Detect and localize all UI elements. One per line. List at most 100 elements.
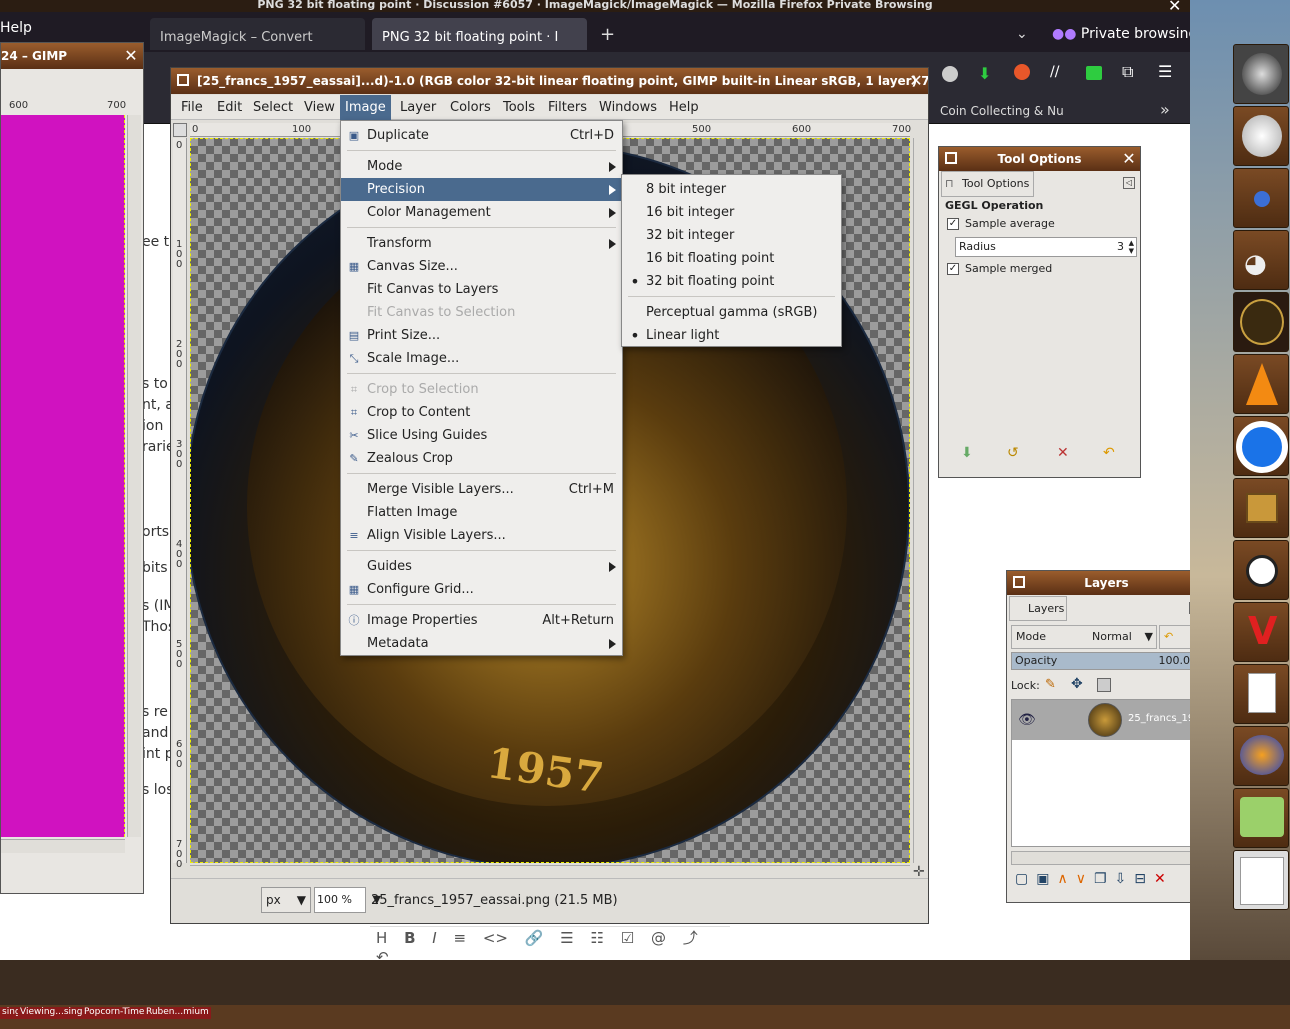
app-launcher-icon[interactable]	[1233, 788, 1289, 848]
menu-item-configure-grid[interactable]: ▦ Configure Grid...	[341, 578, 622, 601]
vertical-scrollbar[interactable]	[913, 138, 925, 863]
menu-edit[interactable]: Edit	[212, 95, 247, 120]
menu-item-fit-canvas-to-layers[interactable]: Fit Canvas to Layers	[341, 278, 622, 301]
eye-icon[interactable]: 👁	[1018, 712, 1036, 728]
bookmarks-overflow-icon[interactable]: »	[1160, 100, 1170, 119]
bookmark-coin-collecting[interactable]: Coin Collecting & Nu	[940, 104, 1064, 118]
menu-colors[interactable]: Colors	[445, 95, 496, 120]
menu-item-precision[interactable]: Precision	[341, 178, 622, 201]
menu-item-zealous-crop[interactable]: ✎ Zealous Crop	[341, 447, 622, 470]
menu-layer[interactable]: Layer	[395, 95, 441, 120]
menu-item-crop-to-content[interactable]: ⌗ Crop to Content	[341, 401, 622, 424]
delete-layer-icon[interactable]: ✕	[1154, 871, 1174, 887]
menu-item-scale-image[interactable]: ⤡ Scale Image...	[341, 347, 622, 370]
menu-tools[interactable]: Tools	[498, 95, 540, 120]
new-tab-icon[interactable]: +	[600, 24, 615, 45]
lock-alpha-icon[interactable]	[1097, 678, 1111, 692]
lock-pixels-icon[interactable]: ✎	[1045, 677, 1056, 692]
menu-view[interactable]: View	[299, 95, 340, 120]
reader-icon[interactable]: //	[1050, 64, 1059, 80]
menu-help[interactable]: Help	[664, 95, 704, 120]
ublock-icon[interactable]	[1014, 64, 1030, 80]
window-menu-icon[interactable]	[1013, 576, 1025, 588]
gimp-launcher-icon[interactable]: ◕	[1233, 230, 1289, 290]
menu-item-align-visible-layers[interactable]: ≡ Align Visible Layers...	[341, 524, 622, 547]
close-icon[interactable]: ✕	[1117, 147, 1141, 171]
numbered-list-button[interactable]: ☷	[590, 929, 603, 947]
chevron-down-icon[interactable]: ⌄	[1016, 26, 1028, 42]
menu-item-merge-visible-layers[interactable]: Merge Visible Layers... Ctrl+M	[341, 478, 622, 501]
horizontal-scrollbar[interactable]	[190, 865, 910, 877]
extension-icon[interactable]	[942, 66, 958, 82]
layer-mode-select[interactable]: Mode Normal ▼	[1011, 625, 1157, 649]
sample-merged-checkbox[interactable]: ✓ Sample merged	[947, 262, 1052, 275]
quote-button[interactable]: ≡	[454, 929, 467, 947]
menu-filters[interactable]: Filters	[543, 95, 592, 120]
help-menu[interactable]: Help	[0, 20, 32, 36]
menu-item-image-properties[interactable]: ⓘ Image Properties Alt+Return	[341, 609, 622, 632]
precision-item-32-bit-integer[interactable]: 32 bit integer	[622, 224, 841, 247]
new-group-icon[interactable]: ▣	[1036, 871, 1057, 887]
hamburger-menu-icon[interactable]: ☰	[1158, 62, 1172, 81]
sample-average-checkbox[interactable]: ✓ Sample average	[947, 217, 1055, 230]
merge-layer-icon[interactable]: ⊟	[1134, 871, 1154, 887]
spin-arrows-icon[interactable]: ▲▼	[1129, 239, 1134, 255]
app-launcher-icon[interactable]	[1233, 478, 1289, 538]
clock-launcher-icon[interactable]	[1233, 540, 1289, 600]
tab-tool-options[interactable]: Tool Options	[941, 171, 1034, 197]
heading-button[interactable]: H	[376, 929, 387, 947]
magenta-canvas[interactable]	[1, 115, 125, 837]
taskbar-item[interactable]: Ruben...mium	[144, 1007, 211, 1019]
menu-image[interactable]: Image	[340, 95, 391, 120]
tab-menu-icon[interactable]: ◁	[1123, 177, 1135, 189]
undo-button[interactable]: ↶	[376, 948, 389, 960]
code-button[interactable]: <>	[483, 929, 508, 947]
raise-layer-icon[interactable]: ∧	[1057, 871, 1075, 887]
precision-item-16-bit-integer[interactable]: 16 bit integer	[622, 201, 841, 224]
bullet-list-button[interactable]: ☰	[560, 929, 573, 947]
vlc-launcher-icon[interactable]	[1233, 354, 1289, 414]
audacity-launcher-icon[interactable]	[1233, 726, 1289, 786]
menu-windows[interactable]: Windows	[594, 95, 662, 120]
precision-item-16-bit-floating-point[interactable]: 16 bit floating point	[622, 247, 841, 270]
reset-icon[interactable]: ↶	[1103, 445, 1115, 461]
tab-imagemagick-convert[interactable]: ImageMagick – Convert	[150, 18, 365, 50]
menu-item-guides[interactable]: Guides	[341, 555, 622, 578]
container-icon[interactable]	[1086, 66, 1102, 80]
close-icon[interactable]: ✕	[904, 69, 928, 93]
app-launcher-icon[interactable]	[1233, 664, 1289, 724]
lock-position-icon[interactable]: ✥	[1071, 676, 1083, 692]
menu-item-mode[interactable]: Mode	[341, 155, 622, 178]
reference-button[interactable]: ⤴	[683, 929, 698, 947]
quick-mask-toggle[interactable]	[173, 123, 187, 137]
close-icon[interactable]: ✕	[119, 44, 143, 68]
precision-item-perceptual-gamma-srgb[interactable]: Perceptual gamma (sRGB)	[622, 301, 841, 324]
menu-item-duplicate[interactable]: ▣ Duplicate Ctrl+D	[341, 124, 622, 147]
layer-row[interactable]: 👁 25_francs_1957	[1012, 700, 1202, 740]
window-menu-icon[interactable]	[177, 74, 189, 86]
horizontal-scrollbar[interactable]	[1011, 851, 1203, 865]
opacity-slider[interactable]: Opacity100.0▲▼	[1011, 652, 1203, 670]
menu-item-print-size[interactable]: ▤ Print Size...	[341, 324, 622, 347]
app-launcher-icon[interactable]	[1233, 168, 1289, 228]
save-preset-icon[interactable]: ⬇	[961, 445, 973, 461]
precision-item-32-bit-floating-point[interactable]: • 32 bit floating point	[622, 270, 841, 293]
new-layer-icon[interactable]: ▢	[1015, 871, 1036, 887]
menu-item-transform[interactable]: Transform	[341, 232, 622, 255]
app-launcher-icon[interactable]	[1233, 292, 1289, 352]
app-launcher-icon[interactable]	[1233, 44, 1289, 104]
app-launcher-icon[interactable]: V	[1233, 602, 1289, 662]
unit-select[interactable]: px ▼	[261, 887, 311, 913]
zoom-select[interactable]: 100 % ▼	[314, 887, 381, 913]
anchor-layer-icon[interactable]: ⇩	[1115, 871, 1135, 887]
precision-item-8-bit-integer[interactable]: 8 bit integer	[622, 178, 841, 201]
precision-item-linear-light[interactable]: • Linear light	[622, 324, 841, 347]
window-menu-icon[interactable]	[945, 152, 957, 164]
menu-item-flatten-image[interactable]: Flatten Image	[341, 501, 622, 524]
chrome-launcher-icon[interactable]	[1233, 416, 1289, 476]
tab-layers[interactable]: Layers	[1009, 596, 1067, 621]
extensions-puzzle-icon[interactable]: ⧉	[1122, 62, 1133, 82]
italic-button[interactable]: I	[432, 929, 436, 947]
menu-item-metadata[interactable]: Metadata	[341, 632, 622, 655]
vertical-scrollbar[interactable]	[127, 115, 141, 837]
